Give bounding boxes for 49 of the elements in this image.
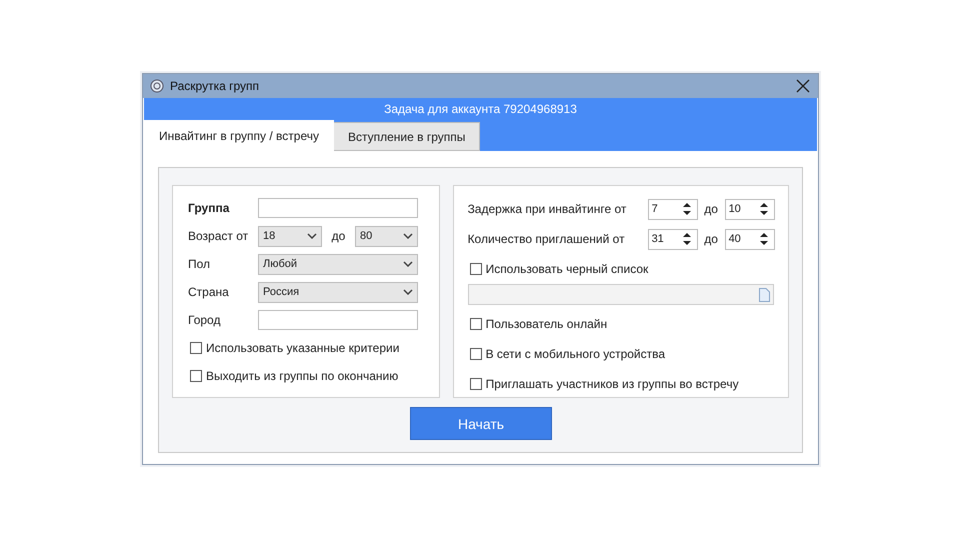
checkbox-option[interactable]: В сети с мобильного устройства bbox=[470, 343, 788, 365]
field-label: Возраст от bbox=[188, 229, 250, 243]
number-spinner[interactable]: 31 bbox=[648, 228, 698, 250]
checkbox-option[interactable]: Использовать указанные критерии bbox=[190, 337, 439, 359]
checkbox-option[interactable]: Выходить из группы по окончанию bbox=[190, 365, 439, 387]
field-label: Страна bbox=[188, 285, 230, 299]
checkbox[interactable] bbox=[190, 342, 202, 354]
input-field[interactable] bbox=[258, 198, 418, 218]
checkbox[interactable] bbox=[470, 263, 482, 275]
gear-icon bbox=[149, 78, 165, 94]
file-path-field[interactable] bbox=[468, 284, 774, 305]
field-label: Количество приглашений от bbox=[468, 232, 626, 246]
tab[interactable]: Вступление в группы bbox=[332, 122, 480, 151]
spin-arrows-icon bbox=[682, 232, 692, 246]
checkbox[interactable] bbox=[190, 370, 202, 382]
chevron-down-icon bbox=[307, 233, 317, 239]
number-spinner[interactable]: 10 bbox=[724, 198, 775, 220]
field-label: Город bbox=[188, 313, 222, 327]
number-spinner[interactable]: 7 bbox=[648, 198, 698, 220]
field-label: Группа bbox=[188, 201, 230, 215]
checkbox-option[interactable]: Приглашать участников из группы во встречу bbox=[470, 373, 788, 395]
spin-arrows-icon bbox=[758, 232, 769, 246]
spin-arrows-icon bbox=[682, 202, 692, 216]
input-field[interactable] bbox=[258, 310, 418, 330]
checkbox[interactable] bbox=[470, 318, 482, 330]
checkbox-option[interactable]: Использовать черный список bbox=[470, 258, 788, 280]
spin-arrows-icon bbox=[758, 202, 769, 216]
field-label: Задержка при инвайтинге от bbox=[468, 202, 628, 216]
range-separator: до bbox=[703, 202, 719, 216]
account-header: Задача для аккаунта 79204968913 bbox=[383, 101, 578, 118]
checkbox[interactable] bbox=[470, 348, 482, 360]
dropdown[interactable]: 80 bbox=[355, 226, 418, 246]
chevron-down-icon bbox=[403, 261, 413, 267]
field-label: Пол bbox=[188, 257, 212, 271]
range-separator: до bbox=[330, 229, 346, 243]
dropdown[interactable]: Любой bbox=[258, 254, 418, 274]
document-icon bbox=[758, 288, 770, 302]
dropdown[interactable]: 18 bbox=[258, 226, 322, 246]
window-title: Раскрутка групп bbox=[170, 79, 259, 93]
tab[interactable]: Инвайтинг в группу / встречу bbox=[144, 120, 334, 151]
range-separator: до bbox=[703, 232, 719, 246]
chevron-down-icon bbox=[403, 233, 413, 239]
number-spinner[interactable]: 40 bbox=[724, 228, 775, 250]
close-icon bbox=[796, 79, 810, 93]
start-button[interactable]: Начать bbox=[410, 407, 552, 440]
checkbox-option[interactable]: Пользователь онлайн bbox=[470, 313, 788, 335]
dropdown[interactable]: Россия bbox=[258, 282, 418, 302]
checkbox[interactable] bbox=[470, 378, 482, 390]
chevron-down-icon bbox=[403, 289, 413, 295]
